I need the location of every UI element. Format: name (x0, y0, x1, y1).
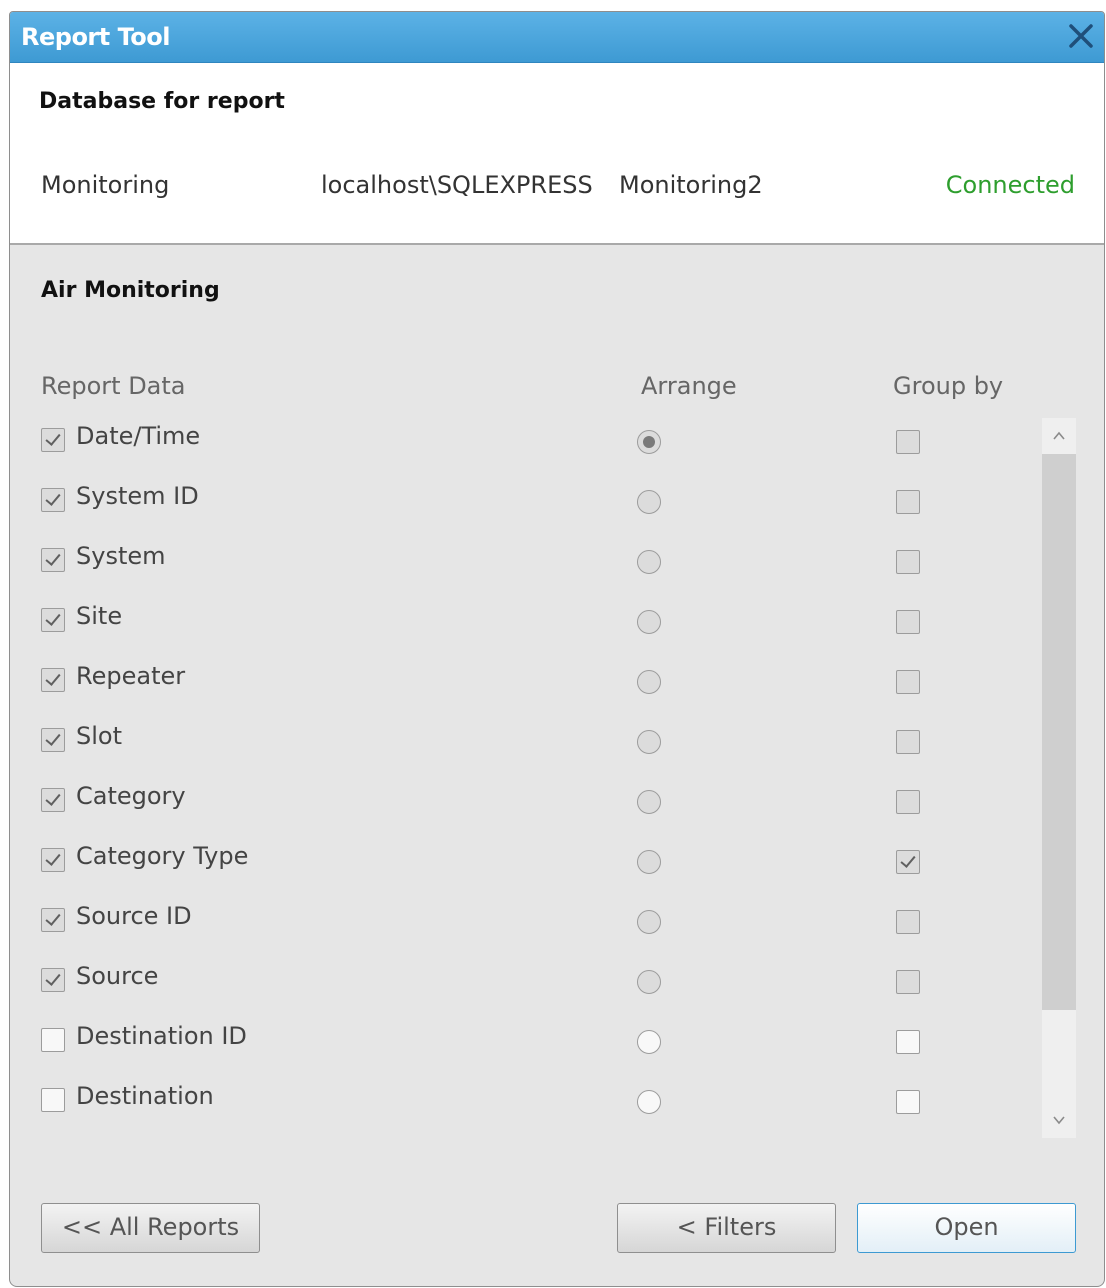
group-by-checkbox[interactable] (896, 910, 920, 934)
include-checkbox[interactable] (41, 968, 65, 992)
include-checkbox[interactable] (41, 488, 65, 512)
group-by-checkbox[interactable] (896, 490, 920, 514)
column-group-by: Group by (893, 372, 1004, 400)
include-checkbox[interactable] (41, 1088, 65, 1112)
report-field-label: Category (76, 782, 186, 810)
scroll-down-icon[interactable] (1051, 1112, 1067, 1128)
include-checkbox[interactable] (41, 668, 65, 692)
report-row: Category Type (10, 838, 1104, 898)
database-heading: Database for report (39, 89, 285, 114)
report-row: System (10, 538, 1104, 598)
group-by-checkbox[interactable] (896, 970, 920, 994)
group-by-checkbox[interactable] (896, 1090, 920, 1114)
group-by-checkbox[interactable] (896, 550, 920, 574)
server-name: localhost\SQLEXPRESS (321, 171, 593, 199)
group-by-checkbox[interactable] (896, 670, 920, 694)
database-section: Database for report Monitoring localhost… (10, 63, 1104, 245)
include-checkbox[interactable] (41, 728, 65, 752)
report-field-label: Category Type (76, 842, 249, 870)
report-row: Site (10, 598, 1104, 658)
arrange-radio[interactable] (637, 970, 661, 994)
arrange-radio[interactable] (637, 670, 661, 694)
report-field-label: Site (76, 602, 123, 630)
report-row: Destination ID (10, 1018, 1104, 1078)
report-row: Repeater (10, 658, 1104, 718)
database-name: Monitoring (41, 171, 170, 199)
arrange-radio[interactable] (637, 490, 661, 514)
window-title: Report Tool (21, 23, 170, 51)
arrange-radio[interactable] (637, 730, 661, 754)
scrollbar-thumb[interactable] (1042, 454, 1076, 1010)
report-row: Slot (10, 718, 1104, 778)
section-heading: Air Monitoring (41, 278, 220, 303)
report-row: Destination (10, 1078, 1104, 1138)
arrange-radio[interactable] (637, 1090, 661, 1114)
report-field-label: Source ID (76, 902, 192, 930)
report-row: Source (10, 958, 1104, 1018)
arrange-radio[interactable] (637, 910, 661, 934)
group-by-checkbox[interactable] (896, 1030, 920, 1054)
close-icon[interactable] (1066, 21, 1096, 51)
group-by-checkbox[interactable] (896, 430, 920, 454)
filters-button[interactable]: < Filters (617, 1203, 836, 1253)
report-tool-window: Report Tool Database for report Monitori… (9, 11, 1105, 1287)
group-by-checkbox[interactable] (896, 850, 920, 874)
arrange-radio[interactable] (637, 550, 661, 574)
report-field-label: System (76, 542, 166, 570)
include-checkbox[interactable] (41, 788, 65, 812)
group-by-checkbox[interactable] (896, 790, 920, 814)
report-row: Date/Time (10, 418, 1104, 478)
arrange-radio[interactable] (637, 1030, 661, 1054)
arrange-radio[interactable] (637, 790, 661, 814)
vertical-scrollbar[interactable] (1042, 418, 1076, 1138)
database-catalog: Monitoring2 (619, 171, 763, 199)
report-field-label: Destination ID (76, 1022, 247, 1050)
report-row: Source ID (10, 898, 1104, 958)
arrange-radio[interactable] (637, 610, 661, 634)
report-field-label: Slot (76, 722, 122, 750)
report-field-label: System ID (76, 482, 199, 510)
open-button[interactable]: Open (857, 1203, 1076, 1253)
report-field-label: Date/Time (76, 422, 201, 450)
include-checkbox[interactable] (41, 1028, 65, 1052)
report-row: System ID (10, 478, 1104, 538)
include-checkbox[interactable] (41, 908, 65, 932)
group-by-checkbox[interactable] (896, 610, 920, 634)
report-field-label: Repeater (76, 662, 186, 690)
arrange-radio[interactable] (637, 850, 661, 874)
connection-status: Connected (945, 171, 1075, 199)
column-report-data: Report Data (41, 372, 186, 400)
all-reports-button[interactable]: << All Reports (41, 1203, 260, 1253)
scroll-up-icon[interactable] (1051, 428, 1067, 444)
include-checkbox[interactable] (41, 848, 65, 872)
title-bar: Report Tool (10, 12, 1104, 63)
report-row: Category (10, 778, 1104, 838)
group-by-checkbox[interactable] (896, 730, 920, 754)
report-field-label: Destination (76, 1082, 214, 1110)
column-arrange: Arrange (641, 372, 737, 400)
report-field-label: Source (76, 962, 159, 990)
include-checkbox[interactable] (41, 548, 65, 572)
arrange-radio[interactable] (637, 430, 661, 454)
include-checkbox[interactable] (41, 428, 65, 452)
include-checkbox[interactable] (41, 608, 65, 632)
